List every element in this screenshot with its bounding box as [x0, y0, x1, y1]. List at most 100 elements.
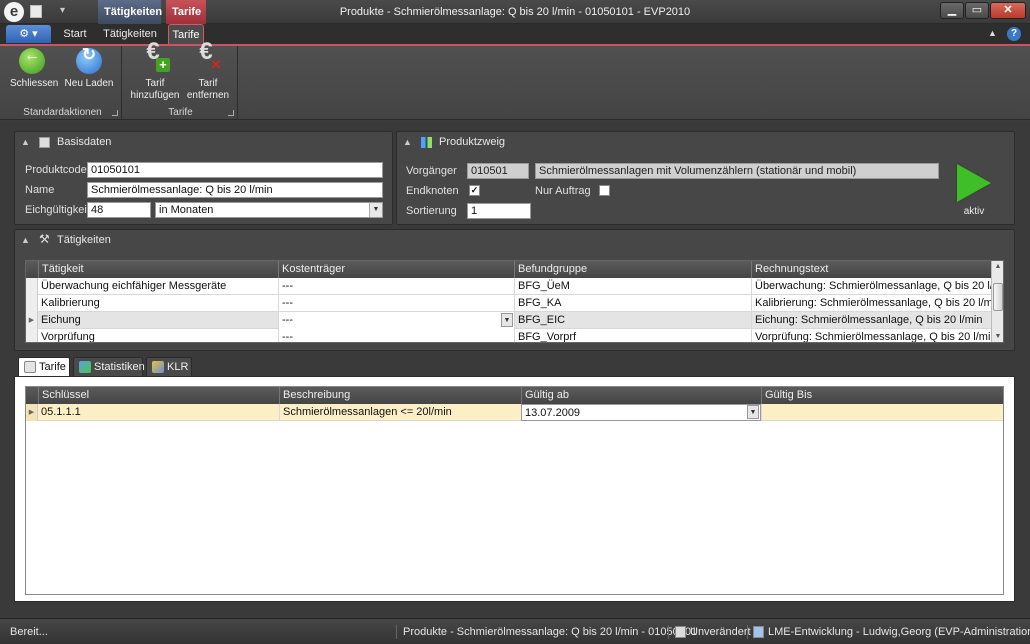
euro-add-icon: [142, 46, 170, 74]
tarif-entfernen-button[interactable]: Tarif entfernen: [184, 46, 232, 102]
vorgaenger-code-field: 010501: [467, 163, 529, 179]
quick-access-save-icon[interactable]: [30, 5, 42, 18]
produktcode-field[interactable]: 01050101: [87, 162, 383, 178]
collapse-ribbon-icon[interactable]: ▲: [988, 28, 997, 38]
row-selector[interactable]: [26, 295, 38, 312]
title-bar: e ▾ Tätigkeiten Tarife Produkte - Schmie…: [0, 0, 1030, 24]
application-menu-button[interactable]: ⚙ ▾: [6, 25, 51, 43]
collapse-chevron-icon[interactable]: ▲: [21, 230, 30, 250]
cell[interactable]: [761, 404, 1003, 421]
close-window-button[interactable]: ✕: [990, 2, 1026, 19]
name-field[interactable]: Schmierölmessanlage: Q bis 20 l/min: [87, 182, 383, 198]
euro-remove-icon: [195, 46, 223, 74]
status-environment: LME-Entwicklung - Ludwig,Georg (EVP-Admi…: [768, 626, 1030, 638]
cell[interactable]: BFG_Vorprf: [514, 329, 751, 342]
group-launcher-icon[interactable]: [228, 110, 234, 116]
app-logo-icon[interactable]: e: [4, 2, 24, 22]
chevron-down-icon[interactable]: ▼: [501, 313, 513, 327]
back-arrow-icon: [19, 48, 45, 74]
column-header[interactable]: Gültig Bis: [761, 387, 1003, 404]
column-header[interactable]: Befundgruppe: [514, 261, 751, 278]
aktiv-button[interactable]: aktiv: [953, 164, 995, 217]
column-header[interactable]: Beschreibung: [279, 387, 521, 404]
ribbon-group-label: Tarife: [168, 107, 193, 118]
cell[interactable]: ---: [278, 329, 514, 342]
scroll-up-icon[interactable]: ▲: [992, 261, 1003, 273]
schliessen-button[interactable]: Schliessen: [10, 48, 58, 90]
cell[interactable]: Eichung: Schmierölmessanlage, Q bis 20 l…: [751, 312, 991, 329]
collapse-chevron-icon[interactable]: ▲: [21, 132, 30, 152]
euro-icon: [24, 361, 36, 373]
table-row-selected[interactable]: ▶ Eichung --- ▼ BFG_EIC Eichung: Schmier…: [26, 312, 991, 329]
nur-auftrag-checkbox[interactable]: [599, 185, 610, 196]
scroll-thumb[interactable]: [993, 283, 1003, 311]
cell[interactable]: BFG_KA: [514, 295, 751, 312]
status-state: Unverändert: [690, 626, 751, 638]
tarife-grid-header: Schlüssel Beschreibung Gültig ab Gültig …: [26, 387, 1003, 404]
tab-statistiken[interactable]: Statistiken: [73, 357, 145, 376]
eichgueltigkeit-unit-select[interactable]: in Monaten ▼: [155, 202, 383, 218]
sortierung-field[interactable]: 1: [467, 203, 531, 219]
cell[interactable]: Vorprüfung: Schmierölmessanlage, Q bis 2…: [751, 329, 991, 342]
nur-auftrag-label: Nur Auftrag: [535, 185, 591, 197]
table-row-selected[interactable]: ▶ 05.1.1.1 Schmierölmessanlagen <= 20l/m…: [26, 404, 1003, 421]
group-launcher-icon[interactable]: [112, 110, 118, 116]
cell-editor[interactable]: --- ▼: [278, 312, 514, 329]
document-icon: [39, 137, 50, 148]
cell[interactable]: Schmierölmessanlagen <= 20l/min: [279, 404, 521, 421]
table-row[interactable]: Vorprüfung --- BFG_Vorprf Vorprüfung: Sc…: [26, 329, 991, 342]
taetigkeiten-header[interactable]: ▲ ⚒ Tätigkeiten: [15, 230, 1014, 250]
produktzweig-header[interactable]: ▲ Produktzweig: [397, 132, 1014, 152]
table-row[interactable]: Kalibrierung --- BFG_KA Kalibrierung: Sc…: [26, 295, 991, 312]
aktiv-label: aktiv: [963, 206, 985, 217]
date-editor[interactable]: 13.07.2009 ▼: [521, 404, 761, 421]
maximize-button[interactable]: ▭: [965, 2, 989, 19]
chevron-down-icon[interactable]: ▼: [369, 203, 382, 217]
row-selector[interactable]: [26, 278, 38, 295]
neu-laden-button[interactable]: Neu Laden: [64, 48, 114, 90]
tarif-entfernen-label-1: Tarif: [198, 78, 218, 89]
status-bar: Bereit... Produkte - Schmierölmessanlage…: [0, 618, 1030, 644]
column-header[interactable]: Schlüssel: [38, 387, 279, 404]
cell[interactable]: Eichung: [38, 312, 278, 329]
cell[interactable]: Vorprüfung: [38, 329, 278, 342]
tarif-hinzufuegen-button[interactable]: Tarif hinzufügen: [128, 46, 182, 102]
detail-tab-strip: Tarife Statistiken KLR: [18, 357, 318, 377]
minimize-button[interactable]: ▁: [940, 2, 964, 19]
row-selector-current-icon[interactable]: ▶: [26, 404, 38, 421]
quick-access-dropdown[interactable]: ▾: [60, 5, 65, 16]
produktcode-label: Produktcode: [25, 164, 87, 176]
cell[interactable]: Kalibrierung: Schmierölmessanlage, Q bis…: [751, 295, 991, 312]
tree-branch-icon: [421, 137, 432, 148]
table-row[interactable]: Überwachung eichfähiger Messgeräte --- B…: [26, 278, 991, 295]
scroll-down-icon[interactable]: ▼: [992, 331, 1003, 342]
eichgueltigkeit-field[interactable]: 48: [87, 202, 151, 218]
row-selector-current-icon[interactable]: ▶: [26, 312, 38, 329]
tarif-entfernen-label-2: entfernen: [186, 90, 230, 101]
cell[interactable]: BFG_ÜeM: [514, 278, 751, 295]
column-header[interactable]: Rechnungstext: [751, 261, 991, 278]
cell[interactable]: BFG_EIC: [514, 312, 751, 329]
tab-start[interactable]: Start: [60, 24, 90, 44]
cell[interactable]: Kalibrierung: [38, 295, 278, 312]
column-header[interactable]: Tätigkeit: [38, 261, 278, 278]
chevron-down-icon[interactable]: ▼: [747, 405, 759, 419]
tab-klr[interactable]: KLR: [146, 357, 192, 376]
basisdaten-title: Basisdaten: [57, 136, 112, 148]
collapse-chevron-icon[interactable]: ▲: [403, 132, 412, 152]
workspace: ▲ Basisdaten Produktcode 01050101 Name S…: [0, 121, 1030, 618]
endknoten-checkbox[interactable]: ✓: [469, 185, 480, 196]
cell[interactable]: ---: [278, 278, 514, 295]
column-header[interactable]: Kostenträger: [278, 261, 514, 278]
help-icon[interactable]: ?: [1007, 27, 1021, 41]
cell[interactable]: 05.1.1.1: [38, 404, 279, 421]
tab-label: Tarife: [39, 361, 66, 373]
tab-tarife-detail[interactable]: Tarife: [18, 357, 70, 377]
basisdaten-header[interactable]: ▲ Basisdaten: [15, 132, 392, 152]
vertical-scrollbar[interactable]: ▲ ▼: [991, 261, 1003, 342]
column-header[interactable]: Gültig ab: [521, 387, 761, 404]
cell[interactable]: Überwachung: Schmierölmessanlage, Q bis …: [751, 278, 991, 295]
row-selector[interactable]: [26, 329, 38, 342]
cell[interactable]: ---: [278, 295, 514, 312]
cell[interactable]: Überwachung eichfähiger Messgeräte: [38, 278, 278, 295]
